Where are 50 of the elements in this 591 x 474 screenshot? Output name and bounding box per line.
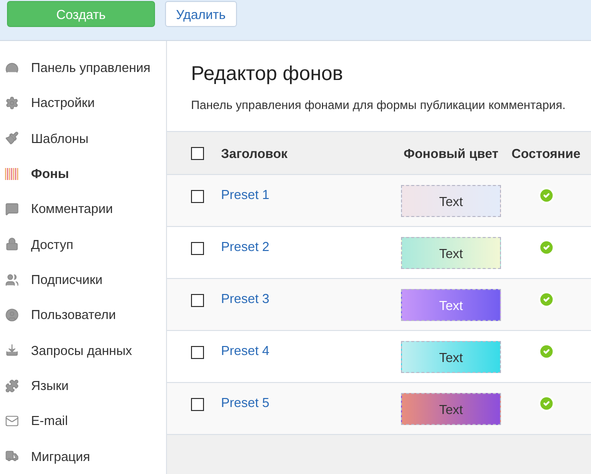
check-circle-icon[interactable] — [538, 395, 554, 412]
color-preview: Text — [401, 289, 501, 321]
brush-icon — [5, 131, 19, 146]
sidebar-item[interactable]: Комментарии — [0, 191, 166, 227]
sidebar-item[interactable]: Доступ — [0, 226, 166, 262]
gear-icon — [5, 96, 19, 110]
puzzle-icon — [5, 378, 19, 393]
sidebar-item[interactable]: Пользователи — [0, 297, 166, 333]
check-circle-icon[interactable] — [538, 239, 554, 256]
mail-icon — [5, 414, 19, 428]
column-header: Заголовок — [221, 146, 289, 160]
sidebar-item[interactable]: Подписчики — [0, 262, 166, 298]
sidebar-item[interactable]: Миграция — [0, 438, 166, 474]
check-circle-icon[interactable] — [538, 291, 554, 308]
row-checkbox[interactable] — [191, 190, 204, 203]
sidebar-item[interactable]: Языки — [0, 368, 166, 404]
truck-icon — [5, 449, 19, 464]
row-checkbox[interactable] — [191, 398, 204, 411]
delete-button[interactable]: Удалить — [165, 1, 237, 27]
sidebar-item[interactable]: E-mail — [0, 403, 166, 439]
user-circle-icon — [5, 308, 19, 322]
color-preview: Text — [401, 393, 501, 425]
check-circle-icon[interactable] — [538, 343, 554, 360]
check-circle-icon[interactable] — [538, 187, 554, 204]
preset-link[interactable]: Preset 3 — [221, 291, 270, 306]
sidebar-item[interactable]: Панель управления — [0, 50, 166, 86]
color-preview: Text — [401, 341, 501, 373]
preset-link[interactable]: Preset 5 — [221, 395, 270, 410]
row-checkbox[interactable] — [191, 294, 204, 307]
preset-link[interactable]: Preset 1 — [221, 187, 270, 202]
color-preview: Text — [401, 237, 501, 269]
chat-bubble-icon — [5, 202, 19, 216]
column-header: Фоновый цвет — [402, 146, 500, 160]
sidebar-item[interactable]: Шаблоны — [0, 120, 166, 156]
preset-link[interactable]: Preset 4 — [221, 343, 270, 358]
page-title: Редактор фонов — [191, 63, 344, 86]
select-all-checkbox[interactable] — [191, 146, 204, 160]
column-header: Состояние — [510, 146, 582, 160]
color-preview: Text — [401, 185, 501, 217]
sidebar-item[interactable]: Запросы данных — [0, 332, 166, 368]
preset-link[interactable]: Preset 2 — [221, 239, 270, 254]
sidebar-item[interactable]: Настройки — [0, 85, 166, 121]
stripes-icon — [5, 168, 19, 180]
row-checkbox[interactable] — [191, 242, 204, 255]
page-description: Панель управления фонами для формы публикации комментария. — [191, 98, 567, 112]
row-checkbox[interactable] — [191, 346, 204, 359]
sidebar-item[interactable]: Фоны — [0, 156, 166, 192]
people-icon — [5, 272, 19, 287]
lock-icon — [5, 237, 19, 252]
download-icon — [5, 343, 19, 358]
